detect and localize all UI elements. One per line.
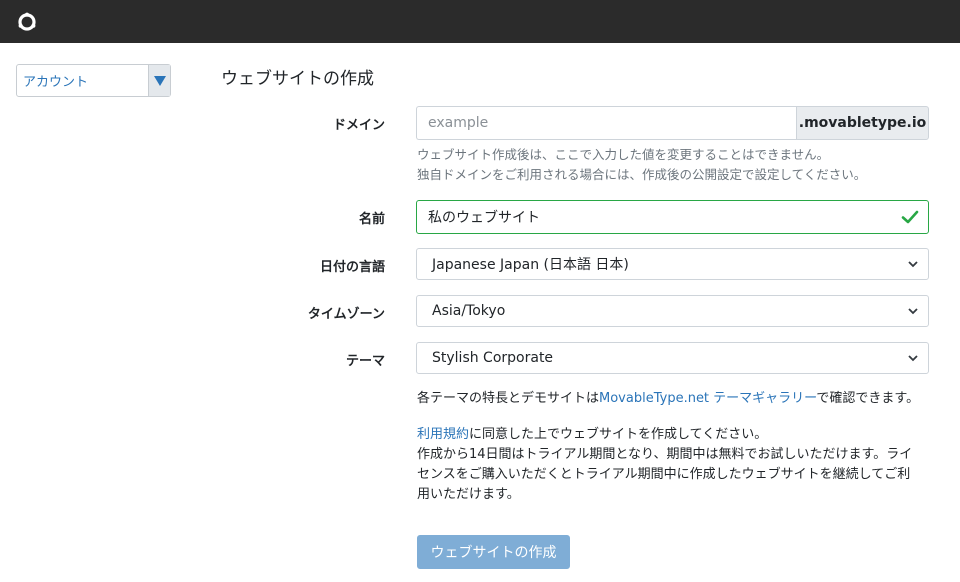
theme-select-value: Stylish Corporate: [432, 350, 554, 366]
create-website-button[interactable]: ウェブサイトの作成: [417, 535, 570, 569]
check-icon: [901, 210, 919, 224]
language-label: 日付の言語: [319, 260, 385, 275]
terms-line1-text: に同意した上でウェブサイトを作成してください。: [469, 427, 768, 442]
domain-input-group: .movabletype.io: [416, 106, 929, 140]
timezone-label: タイムゾーン: [307, 307, 385, 322]
chevron-down-icon: [908, 308, 918, 315]
terms-line: 利用規約に同意した上でウェブサイトを作成してください。: [417, 425, 912, 445]
theme-select[interactable]: Stylish Corporate: [416, 342, 929, 374]
caret-down-icon: [153, 75, 166, 86]
name-input[interactable]: 私のウェブサイト: [416, 200, 929, 234]
timezone-select-value: Asia/Tokyo: [432, 303, 506, 319]
theme-note-suffix: で確認できます。: [816, 391, 920, 406]
chevron-down-icon: [908, 355, 918, 362]
domain-help: ウェブサイト作成後は、ここで入力した値を変更することはできません。 独自ドメイン…: [417, 145, 866, 185]
domain-help-line: ウェブサイト作成後は、ここで入力した値を変更することはできません。: [417, 147, 830, 162]
movabletype-logo-icon[interactable]: [17, 12, 37, 32]
timezone-select[interactable]: Asia/Tokyo: [416, 295, 929, 327]
terms-link[interactable]: 利用規約: [417, 427, 469, 442]
name-input-value: 私のウェブサイト: [428, 210, 540, 226]
terms-note: 利用規約に同意した上でウェブサイトを作成してください。 作成から14日間はトライ…: [417, 425, 912, 505]
terms-line: 作成から14日間はトライアル期間となり、期間中は無料でお試しいただけます。ライ: [417, 447, 913, 462]
account-select[interactable]: アカウント: [16, 64, 171, 97]
language-select-value: Japanese Japan (日本語 日本): [432, 257, 629, 273]
domain-input[interactable]: [416, 106, 796, 140]
domain-label: ドメイン: [332, 118, 385, 133]
name-label: 名前: [358, 212, 385, 227]
chevron-down-icon: [908, 261, 918, 268]
theme-note-prefix: 各テーマの特長とデモサイトは: [417, 391, 600, 406]
theme-label: テーマ: [345, 354, 385, 369]
theme-gallery-link[interactable]: MovableType.net テーマギャラリー: [599, 391, 816, 406]
theme-note: 各テーマの特長とデモサイトはMovableType.net テーマギャラリーで確…: [417, 389, 919, 409]
account-select-toggle[interactable]: [148, 65, 170, 96]
top-navbar: [0, 0, 960, 43]
domain-help-line: 独自ドメインをご利用される場合には、作成後の公開設定で設定してください。: [417, 167, 867, 182]
terms-line: 用いただけます。: [417, 487, 520, 502]
domain-suffix: .movabletype.io: [796, 106, 929, 140]
terms-line: センスをご購入いただくとトライアル期間中に作成したウェブサイトを継続してご利: [417, 467, 911, 482]
language-select[interactable]: Japanese Japan (日本語 日本): [416, 248, 929, 280]
page-title: ウェブサイトの作成: [221, 69, 374, 89]
account-select-value: アカウント: [23, 75, 89, 90]
